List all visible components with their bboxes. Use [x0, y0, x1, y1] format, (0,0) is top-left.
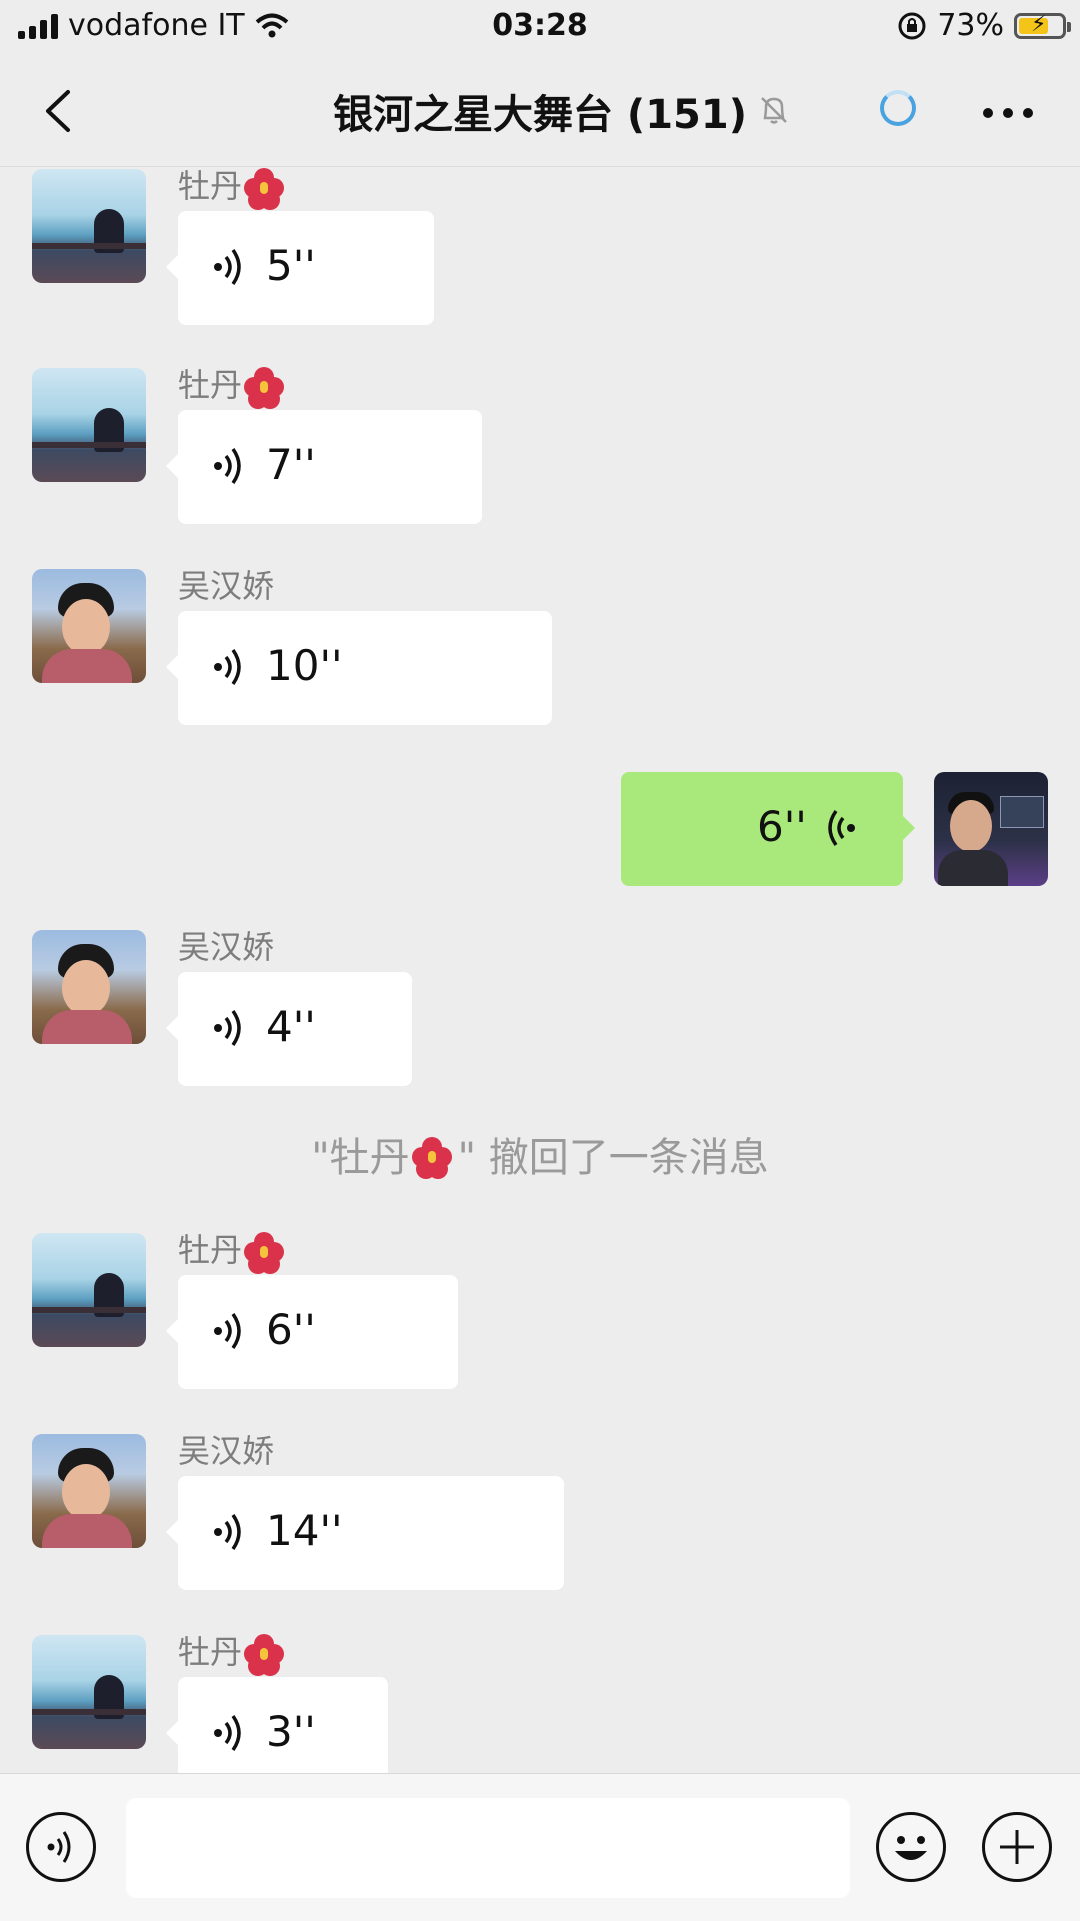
sender-name: 牡丹 — [178, 1627, 285, 1676]
hibiscus-emoji-icon — [244, 367, 285, 409]
sender-name: 牡丹 — [178, 360, 285, 409]
message-input[interactable] — [126, 1798, 850, 1898]
self-avatar[interactable] — [934, 772, 1048, 886]
voice-wave-icon — [214, 1513, 241, 1551]
voice-wave-icon — [214, 248, 241, 286]
hibiscus-emoji-icon — [411, 1137, 458, 1183]
voice-wave-icon — [214, 1009, 241, 1047]
nav-bar: 银河之星大舞台 (151) — [0, 56, 1080, 167]
voice-message-bubble[interactable]: 5'' — [166, 211, 434, 325]
input-bar — [0, 1773, 1080, 1921]
avatar[interactable] — [32, 1233, 146, 1347]
voice-message-bubble[interactable]: 10'' — [166, 611, 552, 725]
rotation-lock-icon — [898, 12, 926, 39]
voice-duration: 5'' — [266, 241, 316, 290]
chat-area[interactable]: 牡丹 5'' 牡丹 7'' 吴汉娇 10'' 6'' 吴汉娇 4'' "牡丹 "… — [0, 167, 1080, 1773]
avatar[interactable] — [32, 569, 146, 683]
hibiscus-emoji-icon — [244, 168, 285, 210]
more-actions-button[interactable] — [982, 1812, 1052, 1882]
voice-duration: 6'' — [266, 1305, 316, 1354]
voice-message-bubble[interactable]: 6'' — [166, 1275, 458, 1389]
voice-duration: 4'' — [266, 1002, 316, 1051]
voice-duration: 3'' — [266, 1707, 316, 1756]
voice-message-bubble[interactable]: 3'' — [166, 1677, 388, 1773]
voice-wave-icon — [828, 809, 855, 847]
sender-name: 吴汉娇 — [178, 567, 275, 605]
avatar[interactable] — [32, 1434, 146, 1548]
sender-name: 牡丹 — [178, 1225, 285, 1274]
status-bar: vodafone IT 03:28 73% ⚡ — [0, 0, 1080, 56]
voice-duration: 10'' — [266, 641, 343, 690]
chat-title: 银河之星大舞台 (151) — [333, 92, 747, 138]
voice-message-bubble[interactable]: 7'' — [166, 410, 482, 524]
voice-input-button[interactable] — [26, 1812, 96, 1882]
voice-wave-icon — [47, 1831, 71, 1863]
battery-icon: ⚡ — [1014, 12, 1071, 39]
avatar[interactable] — [32, 930, 146, 1044]
voice-duration: 6'' — [757, 802, 807, 851]
voice-duration: 14'' — [266, 1506, 343, 1555]
voice-message-bubble[interactable]: 6'' — [621, 772, 915, 886]
voice-wave-icon — [214, 648, 241, 686]
loading-spinner-icon — [880, 90, 916, 126]
more-options-icon[interactable] — [983, 108, 1033, 118]
avatar[interactable] — [32, 169, 146, 283]
sender-name: 吴汉娇 — [178, 928, 275, 966]
mute-bell-icon — [761, 97, 787, 124]
voice-message-bubble[interactable]: 4'' — [166, 972, 412, 1086]
avatar[interactable] — [32, 368, 146, 482]
sender-name: 牡丹 — [178, 167, 285, 210]
voice-message-bubble[interactable]: 14'' — [166, 1476, 564, 1590]
voice-wave-icon — [214, 1312, 241, 1350]
battery-percent: 73% — [937, 8, 1004, 43]
avatar[interactable] — [32, 1635, 146, 1749]
hibiscus-emoji-icon — [244, 1634, 285, 1676]
voice-duration: 7'' — [266, 440, 316, 489]
status-right: 73% ⚡ — [897, 8, 1071, 43]
voice-wave-icon — [214, 1714, 241, 1752]
emoji-button[interactable] — [876, 1812, 946, 1882]
voice-wave-icon — [214, 447, 241, 485]
smiley-face-icon — [895, 1836, 927, 1860]
hibiscus-emoji-icon — [244, 1232, 285, 1274]
sender-name: 吴汉娇 — [178, 1432, 275, 1470]
recall-notice: "牡丹 " 撤回了一条消息 — [311, 1135, 769, 1183]
